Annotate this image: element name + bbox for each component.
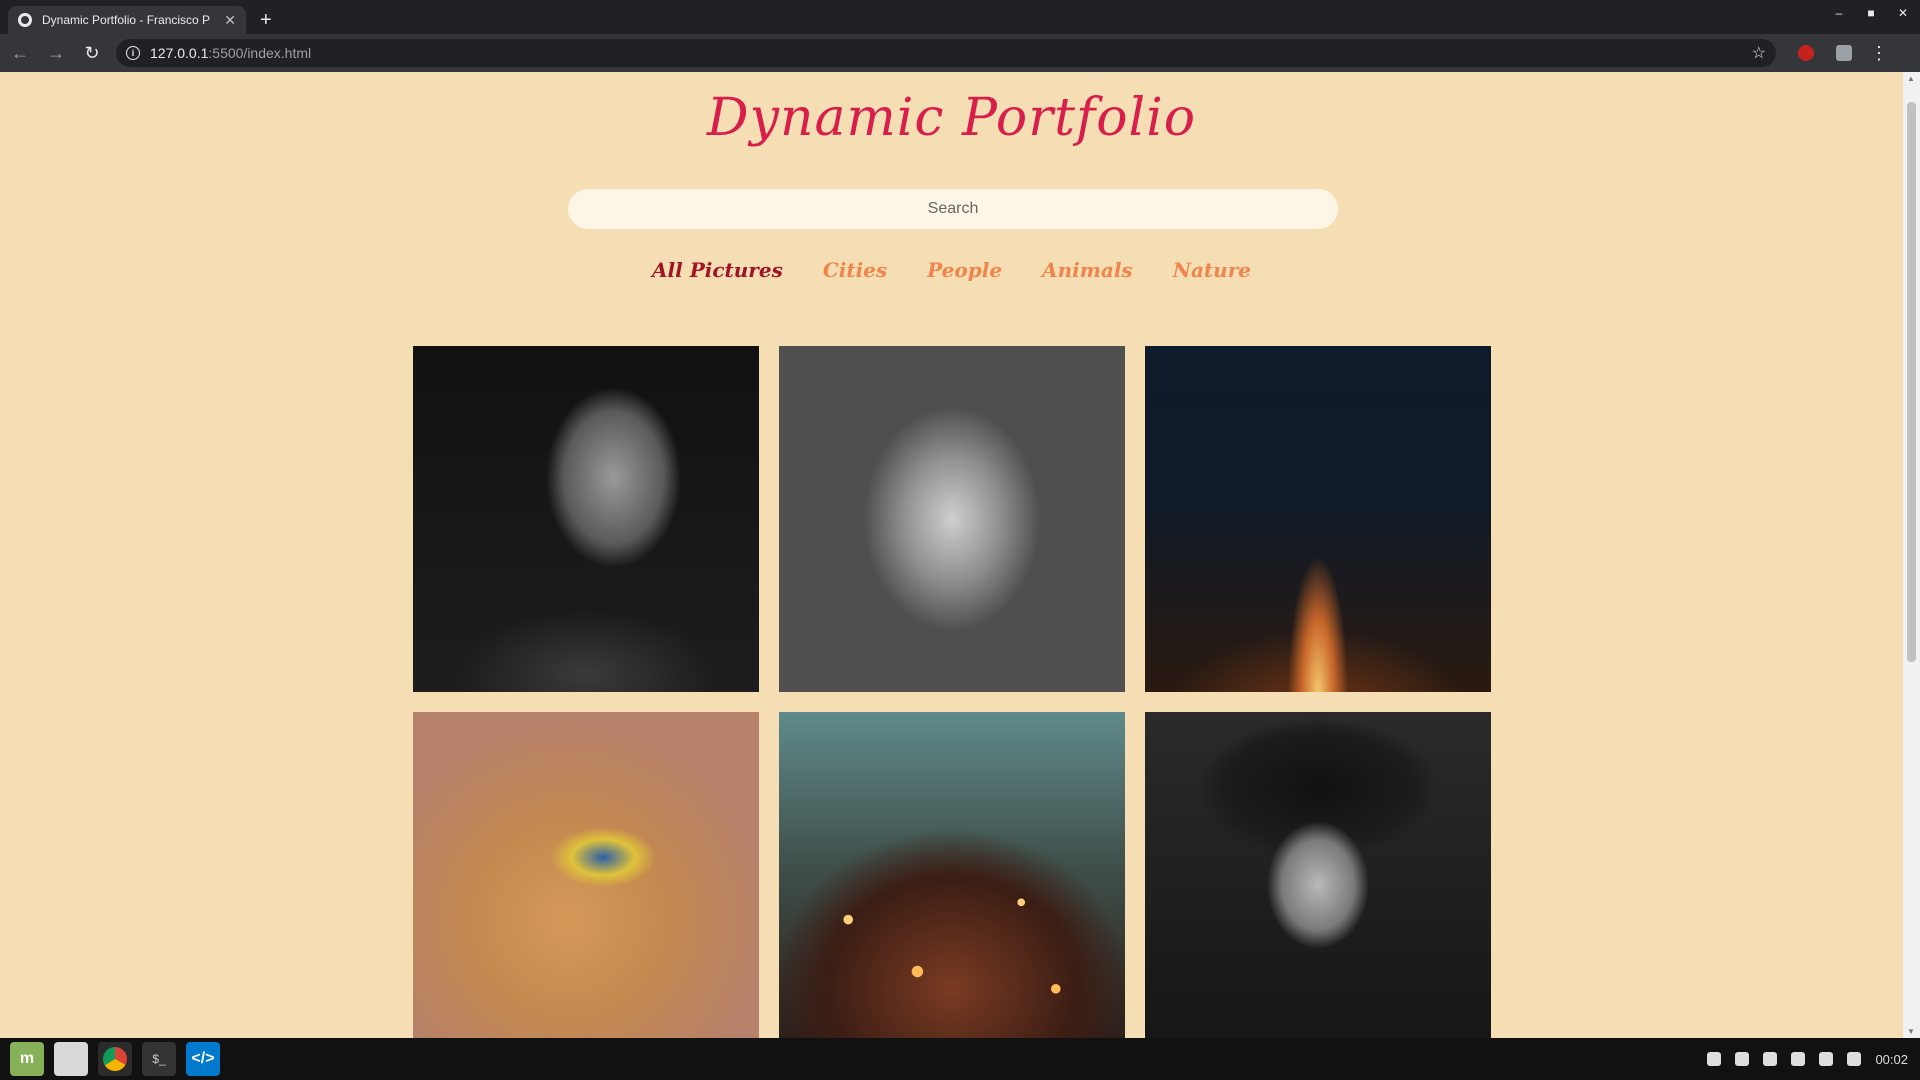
photo-boy-portrait[interactable] (413, 346, 759, 692)
shield-icon[interactable] (1735, 1052, 1750, 1066)
search-input[interactable] (568, 189, 1338, 229)
profile-icon[interactable] (1836, 45, 1852, 61)
minimize-icon[interactable]: – (1832, 6, 1846, 20)
files-icon[interactable] (54, 1042, 88, 1076)
photo-city-night[interactable] (1145, 346, 1491, 692)
scroll-thumb[interactable] (1907, 102, 1916, 662)
filter-people[interactable]: People (927, 258, 1002, 282)
browser-menu-icon[interactable]: ⋮ (1870, 43, 1888, 64)
browser-toolbar: ← → ↻ i 127.0.0.1:5500/index.html ☆ ⋮ (0, 34, 1920, 72)
vscode-icon[interactable]: </> (186, 1042, 220, 1076)
page-viewport: Dynamic Portfolio All Pictures Cities Pe… (0, 72, 1903, 1038)
bookmark-star-icon[interactable]: ☆ (1752, 43, 1766, 63)
photo-wolf[interactable] (779, 346, 1125, 692)
page-title: Dynamic Portfolio (706, 88, 1197, 148)
mint-menu-icon[interactable]: m (10, 1042, 44, 1076)
photo-city-skyline[interactable] (779, 712, 1125, 1038)
scroll-down-icon[interactable]: ▼ (1907, 1027, 1915, 1036)
maximize-icon[interactable]: ■ (1864, 6, 1878, 20)
reload-button[interactable]: ↻ (76, 43, 108, 64)
globe-icon (18, 13, 32, 27)
photo-gallery (413, 346, 1493, 1038)
filter-cities[interactable]: Cities (823, 258, 887, 282)
tab-title: Dynamic Portfolio - Francisco P (42, 13, 211, 27)
browser-tab[interactable]: Dynamic Portfolio - Francisco P ✕ (8, 6, 246, 34)
extension-icon[interactable] (1798, 45, 1814, 61)
os-taskbar: m $_ </> 00:02 (0, 1038, 1920, 1080)
new-tab-button[interactable]: + (260, 6, 272, 34)
url-host: 127.0.0.1 (150, 45, 209, 61)
system-tray: 00:02 (1707, 1052, 1908, 1067)
window-controls: – ■ ✕ (1832, 6, 1910, 20)
wifi-icon[interactable] (1791, 1052, 1806, 1066)
filter-animals[interactable]: Animals (1042, 258, 1133, 282)
photo-bird[interactable] (413, 712, 759, 1038)
back-button[interactable]: ← (4, 43, 36, 64)
chrome-taskbar-item[interactable] (98, 1042, 132, 1076)
photo-girl-portrait[interactable] (1145, 712, 1491, 1038)
sound-icon[interactable] (1819, 1052, 1834, 1066)
filter-all-pictures[interactable]: All Pictures (652, 258, 783, 282)
browser-tab-bar: Dynamic Portfolio - Francisco P ✕ + – ■ … (0, 0, 1920, 34)
address-bar[interactable]: i 127.0.0.1:5500/index.html ☆ (116, 39, 1776, 67)
close-window-icon[interactable]: ✕ (1896, 6, 1910, 20)
filter-nature[interactable]: Nature (1173, 258, 1251, 282)
discord-icon[interactable] (1707, 1052, 1722, 1066)
url-path: :5500/index.html (208, 45, 312, 61)
category-filters: All Pictures Cities People Animals Natur… (0, 258, 1903, 282)
chrome-icon (103, 1047, 127, 1071)
terminal-icon[interactable]: $_ (142, 1042, 176, 1076)
close-tab-icon[interactable]: ✕ (224, 12, 236, 29)
info-icon[interactable]: i (126, 46, 140, 60)
page-scrollbar[interactable]: ▲ ▼ (1903, 72, 1920, 1038)
battery-icon[interactable] (1847, 1052, 1862, 1066)
forward-button[interactable]: → (40, 43, 72, 64)
clock[interactable]: 00:02 (1875, 1052, 1908, 1067)
scroll-up-icon[interactable]: ▲ (1907, 74, 1915, 83)
bluetooth-icon[interactable] (1763, 1052, 1778, 1066)
